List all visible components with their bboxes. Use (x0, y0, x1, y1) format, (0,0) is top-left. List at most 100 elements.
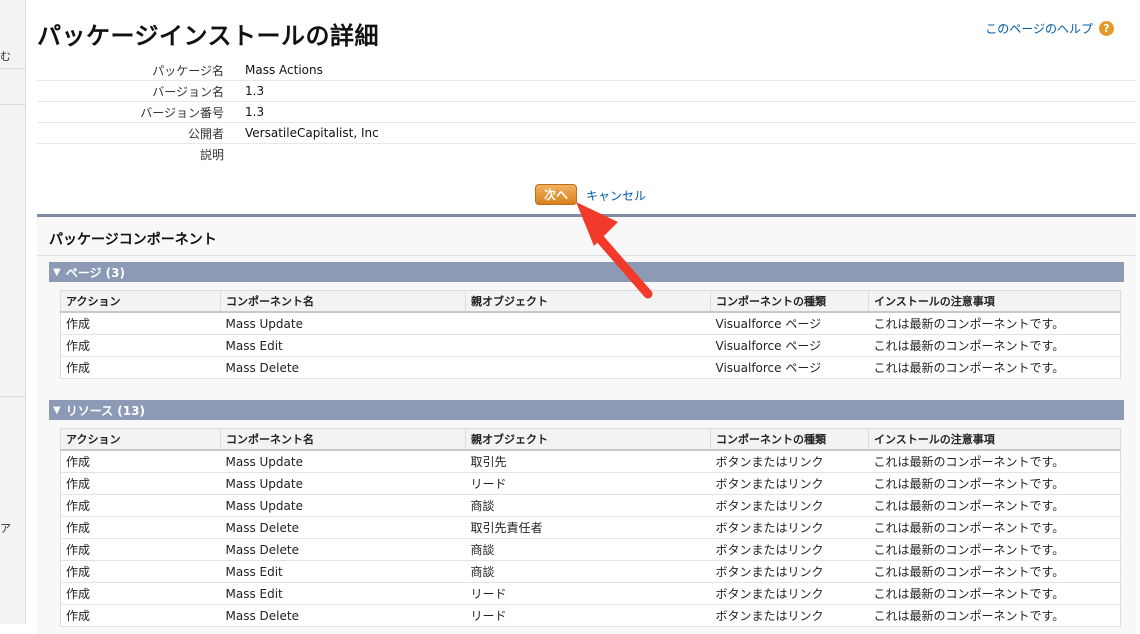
cell-install-notes: これは最新のコンポーネントです。 (868, 604, 1121, 627)
column-header-component-type: コンポーネントの種類 (710, 290, 869, 313)
cell-install-notes: これは最新のコンポーネントです。 (868, 334, 1121, 357)
cell-parent-object: 商談 (465, 494, 711, 517)
collapse-triangle-icon[interactable]: ▼ (53, 267, 61, 278)
sidebar-text-fragment[interactable]: む (0, 48, 11, 64)
info-row-publisher: 公開者 VersatileCapitalist, Inc (37, 123, 1136, 144)
cell-component-name: Mass Edit (220, 334, 466, 357)
cell-action: 作成 (60, 582, 221, 605)
info-value: 1.3 (245, 105, 265, 119)
cell-component-name: Mass Delete (220, 516, 466, 539)
table-row: 作成 Mass Delete 商談 ボタンまたはリンク これは最新のコンポーネン… (60, 538, 1121, 561)
sidebar-divider (0, 104, 25, 105)
info-row-package-name: パッケージ名 Mass Actions (37, 60, 1136, 81)
cell-action: 作成 (60, 356, 221, 379)
cell-component-name: Mass Delete (220, 538, 466, 561)
cell-component-name: Mass Update (220, 312, 466, 335)
components-header: パッケージコンポーネント (49, 232, 217, 248)
cell-action: 作成 (60, 450, 221, 473)
table-row: 作成 Mass Edit 商談 ボタンまたはリンク これは最新のコンポーネントで… (60, 560, 1121, 583)
table-row: 作成 Mass Edit Visualforce ページ これは最新のコンポーネ… (60, 334, 1121, 357)
table-row: 作成 Mass Edit リード ボタンまたはリンク これは最新のコンポーネント… (60, 582, 1121, 605)
column-header-action: アクション (60, 428, 221, 451)
cell-component-type: ボタンまたはリンク (710, 604, 869, 627)
cell-install-notes: これは最新のコンポーネントです。 (868, 472, 1121, 495)
help-link[interactable]: このページのヘルプ ? (985, 20, 1114, 37)
cell-component-name: Mass Update (220, 450, 466, 473)
pages-table: アクション コンポーネント名 親オブジェクト コンポーネントの種類 インストール… (60, 290, 1121, 379)
info-row-description: 説明 (37, 144, 1136, 164)
sidebar-text-fragment[interactable]: ア (0, 520, 11, 536)
cell-component-type: ボタンまたはリンク (710, 538, 869, 561)
sidebar-divider (0, 396, 25, 397)
section-label: リソース (13) (65, 403, 145, 418)
info-row-version-name: バージョン名 1.3 (37, 81, 1136, 102)
info-value: VersatileCapitalist, Inc (245, 126, 379, 140)
cell-action: 作成 (60, 560, 221, 583)
cell-component-type: ボタンまたはリンク (710, 450, 869, 473)
column-header-component-type: コンポーネントの種類 (710, 428, 869, 451)
page-title: パッケージインストールの詳細 (37, 22, 380, 50)
cell-component-name: Mass Delete (220, 356, 466, 379)
package-info: パッケージ名 Mass Actions バージョン名 1.3 バージョン番号 1… (37, 60, 1136, 164)
cell-install-notes: これは最新のコンポーネントです。 (868, 450, 1121, 473)
cell-action: 作成 (60, 494, 221, 517)
cell-action: 作成 (60, 516, 221, 539)
cell-component-name: Mass Edit (220, 560, 466, 583)
cell-component-type: ボタンまたはリンク (710, 494, 869, 517)
column-header-action: アクション (60, 290, 221, 313)
info-value: Mass Actions (245, 63, 323, 77)
table-row: 作成 Mass Delete リード ボタンまたはリンク これは最新のコンポーネ… (60, 604, 1121, 627)
cell-parent-object (465, 312, 711, 335)
cell-parent-object: 取引先責任者 (465, 516, 711, 539)
cell-component-name: Mass Update (220, 472, 466, 495)
cell-parent-object (465, 334, 711, 357)
help-icon[interactable]: ? (1099, 21, 1114, 36)
column-header-parent-object: 親オブジェクト (465, 428, 711, 451)
info-value: 1.3 (245, 84, 265, 98)
cell-parent-object: 商談 (465, 560, 711, 583)
info-label: バージョン番号 (140, 105, 224, 120)
section-label: ページ (3) (65, 265, 125, 280)
table-row: 作成 Mass Update 取引先 ボタンまたはリンク これは最新のコンポーネ… (60, 450, 1121, 473)
table-row: 作成 Mass Update Visualforce ページ これは最新のコンポ… (60, 312, 1121, 335)
cell-install-notes: これは最新のコンポーネントです。 (868, 494, 1121, 517)
info-label: バージョン名 (152, 84, 224, 99)
cell-component-name: Mass Delete (220, 604, 466, 627)
cell-parent-object: リード (465, 472, 711, 495)
column-header-install-notes: インストールの注意事項 (868, 428, 1121, 451)
annotation-arrow-icon (576, 202, 653, 299)
cell-component-type: ボタンまたはリンク (710, 516, 869, 539)
info-label: パッケージ名 (152, 63, 224, 78)
cell-install-notes: これは最新のコンポーネントです。 (868, 538, 1121, 561)
cell-parent-object: 取引先 (465, 450, 711, 473)
sidebar-divider (0, 68, 25, 69)
cell-action: 作成 (60, 334, 221, 357)
cell-install-notes: これは最新のコンポーネントです。 (868, 312, 1121, 335)
table-header-row: アクション コンポーネント名 親オブジェクト コンポーネントの種類 インストール… (60, 428, 1121, 451)
column-header-install-notes: インストールの注意事項 (868, 290, 1121, 313)
cell-component-type: ボタンまたはリンク (710, 582, 869, 605)
cell-parent-object: リード (465, 604, 711, 627)
cell-install-notes: これは最新のコンポーネントです。 (868, 356, 1121, 379)
column-header-component-name: コンポーネント名 (220, 428, 466, 451)
cell-action: 作成 (60, 472, 221, 495)
section-header-resources[interactable]: ▼ リソース (13) (49, 400, 1124, 420)
table-row: 作成 Mass Delete Visualforce ページ これは最新のコンポ… (60, 356, 1121, 379)
collapse-triangle-icon[interactable]: ▼ (53, 405, 61, 416)
table-row: 作成 Mass Update リード ボタンまたはリンク これは最新のコンポーネ… (60, 472, 1121, 495)
cell-component-name: Mass Edit (220, 582, 466, 605)
cell-component-type: ボタンまたはリンク (710, 560, 869, 583)
cell-install-notes: これは最新のコンポーネントです。 (868, 560, 1121, 583)
cell-parent-object (465, 356, 711, 379)
cell-component-type: Visualforce ページ (710, 312, 869, 335)
cell-action: 作成 (60, 312, 221, 335)
table-row: 作成 Mass Delete 取引先責任者 ボタンまたはリンク これは最新のコン… (60, 516, 1121, 539)
column-header-component-name: コンポーネント名 (220, 290, 466, 313)
resources-table: アクション コンポーネント名 親オブジェクト コンポーネントの種類 インストール… (60, 428, 1121, 627)
info-row-version-number: バージョン番号 1.3 (37, 102, 1136, 123)
info-label: 公開者 (187, 126, 224, 141)
cell-parent-object: リード (465, 582, 711, 605)
cell-component-type: ボタンまたはリンク (710, 472, 869, 495)
cell-component-name: Mass Update (220, 494, 466, 517)
info-label: 説明 (199, 147, 224, 162)
